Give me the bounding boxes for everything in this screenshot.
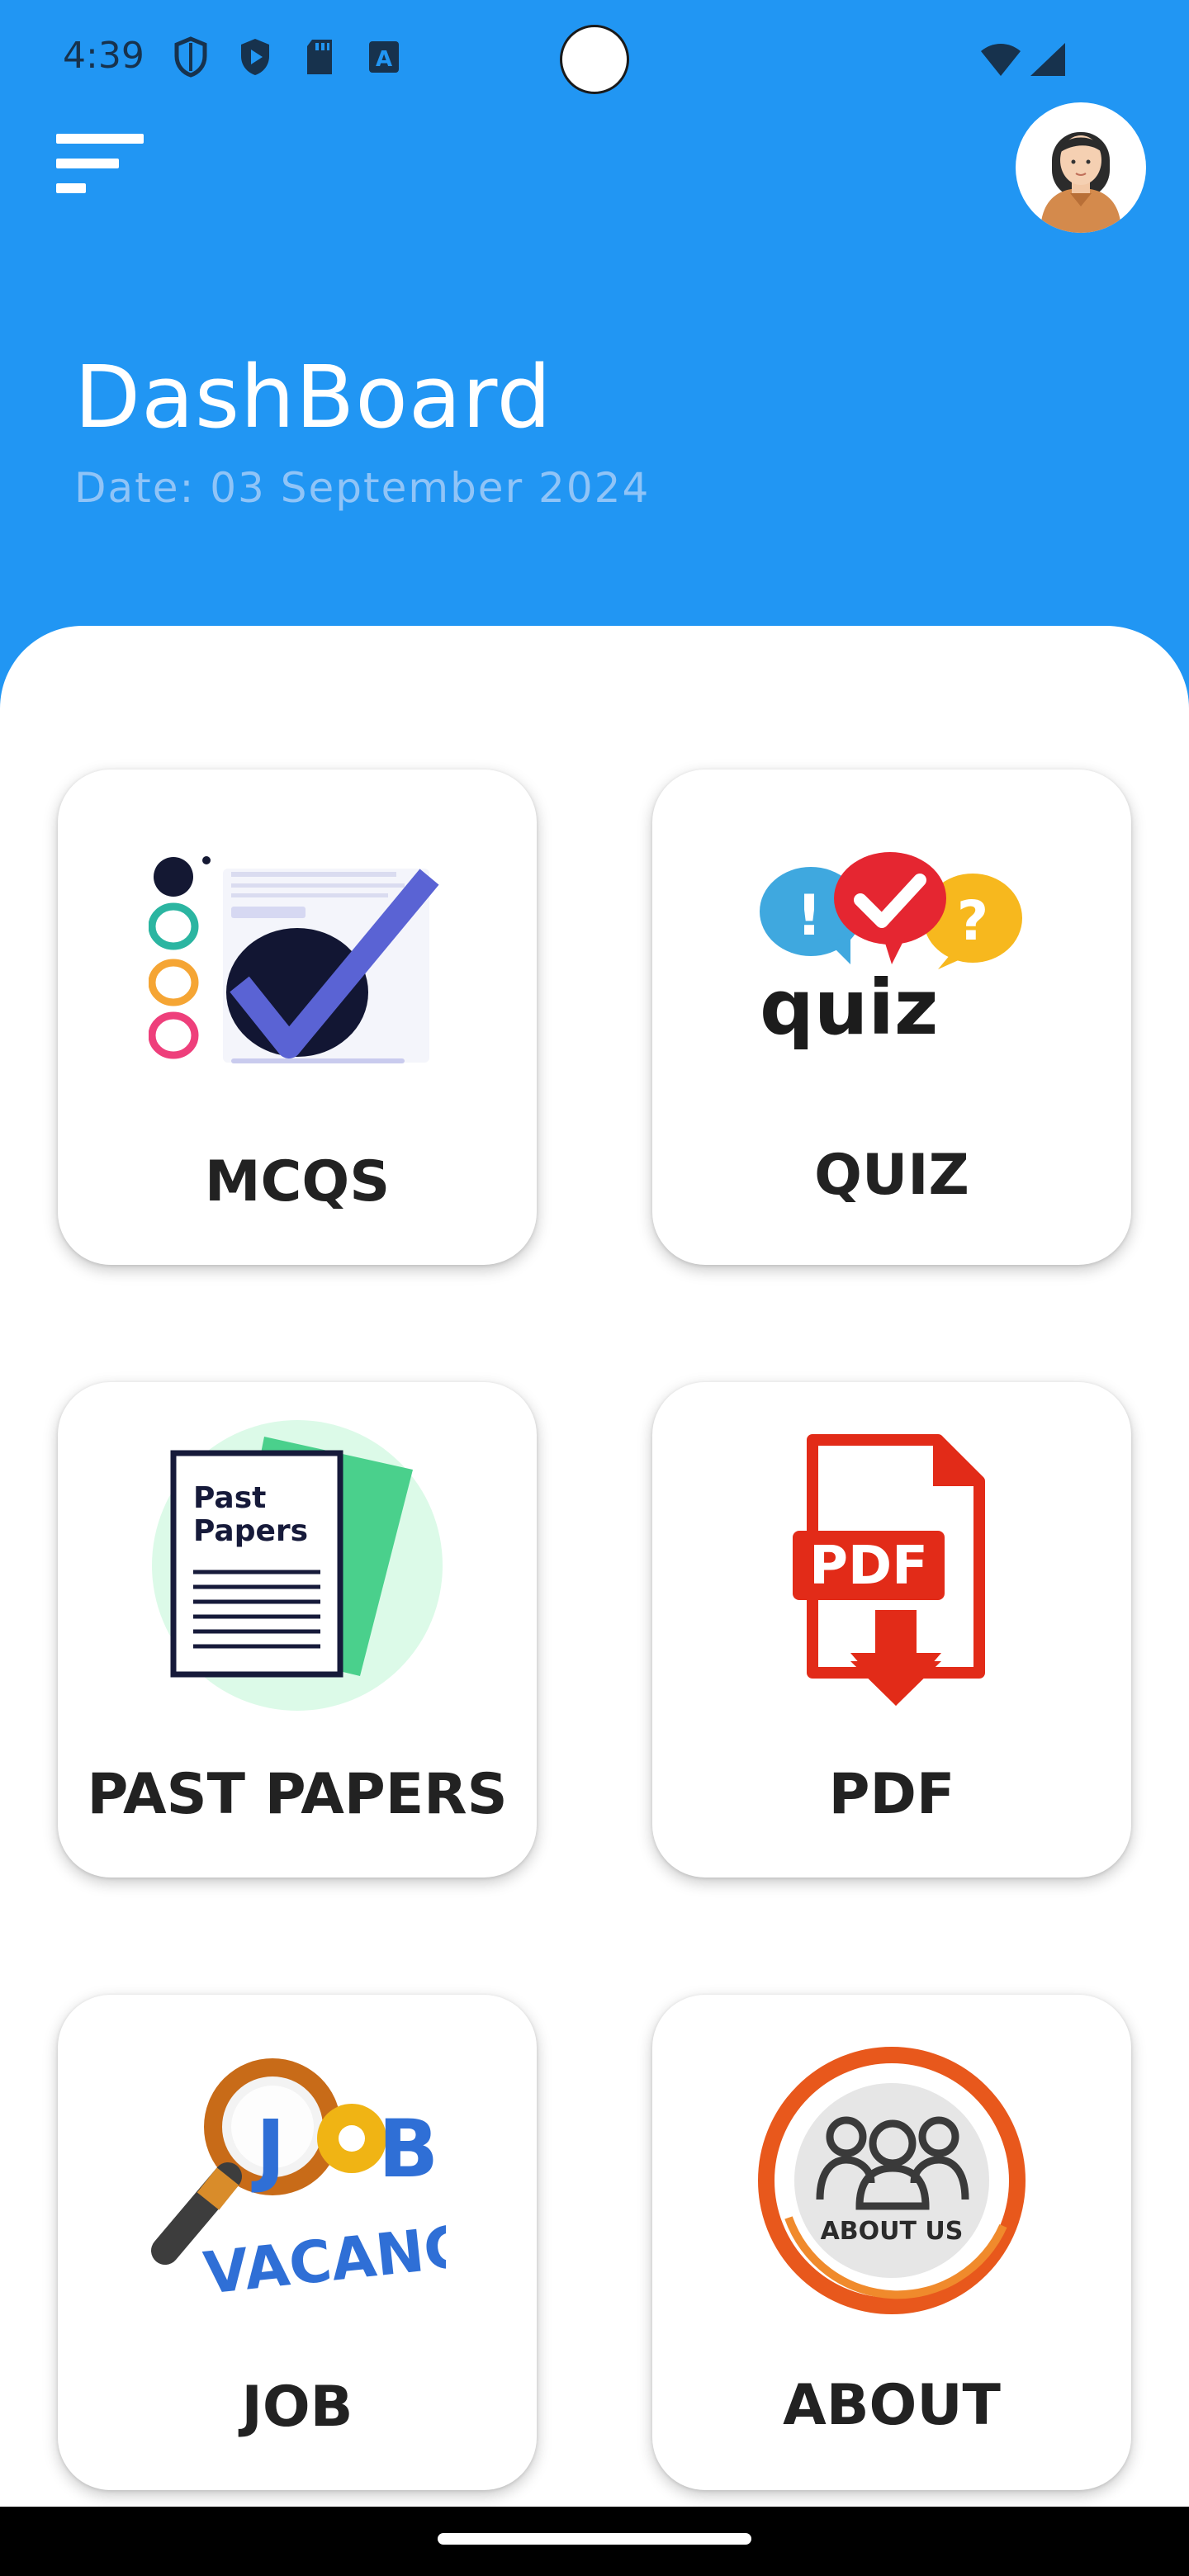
date-text: Date: 03 September 2024	[74, 464, 651, 512]
svg-text:J: J	[251, 2103, 286, 2195]
svg-text:quiz: quiz	[760, 964, 938, 1052]
svg-text:Past: Past	[193, 1481, 266, 1515]
wifi-icon	[981, 44, 1021, 76]
font-a-icon: A	[369, 41, 399, 73]
card-mcqs[interactable]: MCQS	[58, 769, 537, 1265]
status-bar: 4:39 A	[0, 0, 1189, 116]
svg-text:!: !	[796, 883, 822, 949]
sd-card-icon	[307, 40, 332, 74]
card-label: JOB	[241, 2375, 353, 2440]
camera-cutout	[560, 25, 629, 94]
play-protect-icon	[241, 39, 269, 75]
svg-text:B: B	[378, 2103, 438, 2195]
card-label: ABOUT	[783, 2373, 1001, 2438]
cell-signal-icon	[1030, 43, 1065, 76]
shield-icon	[174, 36, 207, 78]
card-quiz[interactable]: ! ? quiz QUIZ	[652, 769, 1131, 1265]
card-label: PDF	[828, 1762, 955, 1827]
past-papers-icon: Past Papers	[152, 1420, 443, 1711]
quiz-bubbles-icon: ! ? quiz	[760, 852, 1022, 1052]
card-pdf[interactable]: PDF PDF	[652, 1382, 1131, 1878]
mcqs-checklist-icon	[149, 856, 439, 1063]
svg-text:ABOUT US: ABOUT US	[821, 2217, 964, 2246]
menu-icon[interactable]	[56, 134, 147, 197]
page-title: DashBoard	[74, 347, 552, 447]
about-us-icon: ABOUT US	[758, 2047, 1026, 2314]
svg-text:A: A	[376, 47, 392, 72]
avatar-woman-icon	[1040, 132, 1121, 233]
svg-text:Papers: Papers	[193, 1514, 308, 1548]
svg-text:?: ?	[957, 889, 988, 953]
user-avatar[interactable]	[1016, 102, 1146, 233]
svg-text:VACANCY: VACANCY	[201, 2208, 446, 2300]
job-vacancy-icon: J B VACANCY	[151, 2058, 446, 2300]
card-label: QUIZ	[814, 1143, 969, 1208]
pdf-download-icon: PDF	[793, 1434, 985, 1706]
card-label: PAST PAPERS	[87, 1762, 508, 1827]
home-gesture-handle[interactable]	[438, 2533, 751, 2545]
card-about[interactable]: ABOUT US ABOUT	[652, 1995, 1131, 2490]
status-time: 4:39	[63, 35, 144, 77]
card-job[interactable]: J B VACANCY JOB	[58, 1995, 537, 2490]
navigation-bar	[0, 2507, 1189, 2576]
svg-text:PDF: PDF	[809, 1536, 928, 1597]
card-past-papers[interactable]: Past Papers PAST PAPERS	[58, 1382, 537, 1878]
card-label: MCQS	[204, 1149, 391, 1215]
